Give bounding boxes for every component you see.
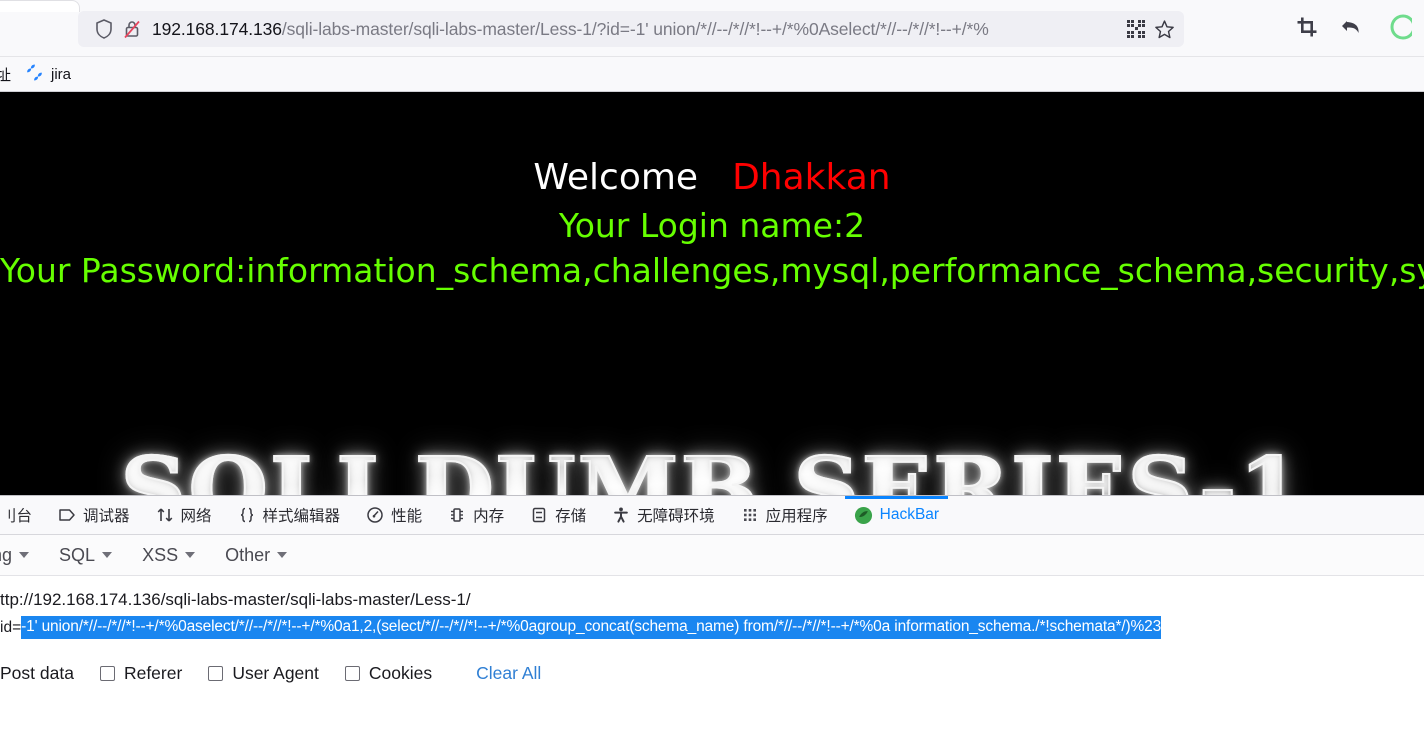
page-viewport: Welcome Dhakkan Your Login name:2 Your Pa…: [0, 92, 1424, 495]
devtools-tab-network[interactable]: 网络: [143, 496, 225, 534]
hackbar-param-row[interactable]: id= -1' union/*//--/*//*!--+/*%0aselect/…: [0, 616, 1424, 639]
clear-all-button[interactable]: Clear All: [476, 663, 541, 684]
checkbox-label: User Agent: [232, 663, 319, 683]
memory-chip-icon: [448, 506, 466, 524]
welcome-heading: Welcome Dhakkan: [0, 92, 1424, 196]
hackbar-body: ttp://192.168.174.136/sqli-labs-master/s…: [0, 576, 1424, 684]
url-bar[interactable]: 192.168.174.136/sqli-labs-master/sqli-la…: [78, 11, 1184, 47]
hackbar-menu-sql[interactable]: SQL: [44, 545, 127, 566]
bookmark-item-jira[interactable]: jira: [19, 60, 77, 89]
hackbar-menu-label: ding: [0, 544, 13, 565]
devtools-tab-label: 刂台: [1, 508, 33, 525]
devtools-tab-label: HackBar: [879, 506, 940, 523]
checkbox-user-agent[interactable]: User Agent: [208, 663, 319, 684]
bookmarks-bar: 址 jira: [0, 57, 1424, 92]
qr-code-icon[interactable]: [1122, 15, 1150, 43]
devtools-tab-label: 内存: [473, 508, 505, 525]
url-host: 192.168.174.136: [152, 19, 282, 39]
hackbar-menu-bar: ding SQL XSS Other: [0, 535, 1424, 576]
checkbox-label: Cookies: [368, 663, 433, 683]
hackbar-url-input[interactable]: ttp://192.168.174.136/sqli-labs-master/s…: [0, 590, 1424, 616]
jira-icon: [25, 63, 44, 86]
devtools-tab-hackbar[interactable]: HackBar: [841, 496, 952, 534]
browser-tab-stub[interactable]: [0, 0, 80, 12]
hackbar-menu-label: XSS: [142, 544, 179, 565]
cookies-checkbox[interactable]: [344, 666, 360, 681]
hackbar-options-row: Post data Referer User Agent Cookies Cle…: [0, 663, 1424, 684]
devtools-tab-label: 性能: [391, 508, 423, 525]
url-path: /sqli-labs-master/sqli-labs-master/Less-…: [281, 19, 989, 39]
sqli-banner-text: SQLI DUMB SERIES-1: [119, 446, 1304, 496]
debugger-icon: [58, 506, 76, 524]
hackbar-param-value-selected[interactable]: -1' union/*//--/*//*!--+/*%0aselect/*//-…: [21, 616, 1161, 639]
checkbox-referer[interactable]: Referer: [99, 663, 183, 684]
undo-arrow-icon[interactable]: [1340, 16, 1364, 43]
devtools-tab-label: 调试器: [83, 508, 130, 525]
referer-checkbox[interactable]: [99, 666, 115, 681]
devtools-panel: 刂台 调试器 网络 样式编辑器 性能 内存 存储 无障碍环境 应用程序 Hack…: [0, 495, 1424, 684]
chevron-down-icon: [19, 552, 30, 558]
browser-chrome: 192.168.174.136/sqli-labs-master/sqli-la…: [0, 0, 1424, 57]
devtools-tab-style-editor[interactable]: 样式编辑器: [225, 496, 354, 534]
hackbar-menu-other[interactable]: Other: [210, 545, 302, 566]
login-name-line: Your Login name:2: [558, 206, 866, 245]
accessibility-person-icon: [612, 506, 630, 524]
welcome-text: Welcome: [533, 157, 699, 198]
checkbox-label: Referer: [123, 663, 183, 683]
hackbar-menu-label: Other: [225, 544, 271, 565]
network-arrows-icon: [156, 506, 174, 524]
devtools-tab-label: 网络: [180, 508, 212, 525]
devtools-tab-label: 存储: [555, 508, 587, 525]
application-grid-icon: [741, 506, 759, 524]
post-data-label[interactable]: Post data: [0, 663, 74, 684]
broken-lock-icon[interactable]: [118, 15, 146, 43]
chrome-right-actions: [1296, 11, 1420, 47]
devtools-tab-storage[interactable]: 存储: [517, 496, 599, 534]
user-name-text: Dhakkan: [732, 157, 891, 198]
hackbar-menu-encoding[interactable]: ding: [0, 545, 44, 566]
chevron-down-icon: [277, 552, 288, 558]
password-line: Your Password:information_schema,challen…: [0, 251, 1424, 290]
devtools-tab-console[interactable]: 刂台: [0, 496, 45, 534]
checkbox-cookies[interactable]: Cookies: [344, 663, 433, 684]
devtools-tab-debugger[interactable]: 调试器: [45, 496, 143, 534]
chevron-down-icon: [102, 552, 113, 558]
hackbar-param-key: id=: [0, 618, 22, 636]
star-icon[interactable]: [1150, 15, 1178, 43]
devtools-tab-memory[interactable]: 内存: [435, 496, 517, 534]
devtools-tab-label: 无障碍环境: [637, 508, 715, 525]
bookmark-label: jira: [51, 65, 72, 83]
hackbar-menu-xss[interactable]: XSS: [127, 545, 210, 566]
devtools-tab-label: 应用程序: [765, 508, 828, 525]
hackbar-menu-label: SQL: [59, 544, 96, 565]
storage-icon: [530, 506, 548, 524]
devtools-tab-performance[interactable]: 性能: [353, 496, 435, 534]
green-circle-extension-icon[interactable]: [1386, 14, 1416, 45]
devtools-tab-application[interactable]: 应用程序: [728, 496, 841, 534]
braces-icon: [238, 506, 256, 524]
devtools-tab-accessibility[interactable]: 无障碍环境: [599, 496, 728, 534]
bookmark-clipped-label[interactable]: 址: [0, 64, 11, 85]
user-agent-checkbox[interactable]: [208, 666, 224, 681]
url-text[interactable]: 192.168.174.136/sqli-labs-master/sqli-la…: [152, 17, 1116, 41]
devtools-tab-label: 样式编辑器: [262, 508, 341, 525]
sqli-banner-wrap: SQLI DUMB SERIES-1: [0, 446, 1424, 496]
crop-screenshot-icon[interactable]: [1296, 16, 1318, 43]
chevron-down-icon: [185, 552, 196, 558]
devtools-tab-strip: 刂台 调试器 网络 样式编辑器 性能 内存 存储 无障碍环境 应用程序 Hack…: [0, 496, 1424, 535]
performance-gauge-icon: [366, 506, 384, 524]
hackbar-icon: [854, 506, 873, 525]
shield-icon[interactable]: [90, 15, 118, 43]
